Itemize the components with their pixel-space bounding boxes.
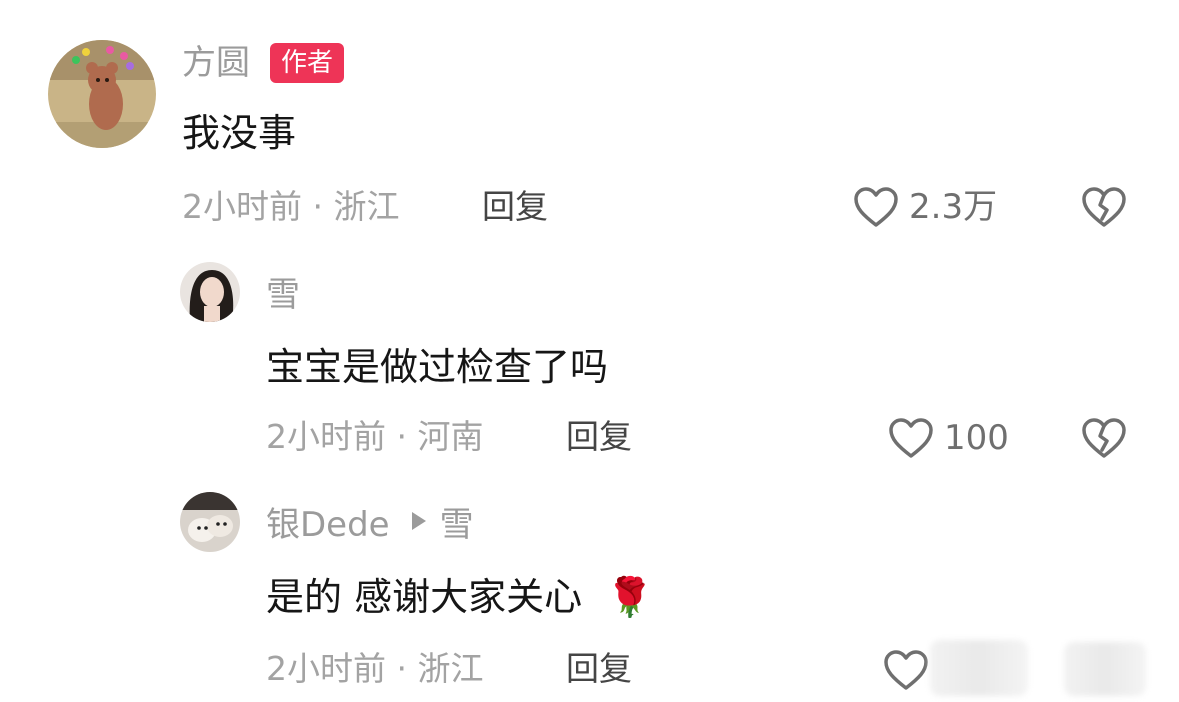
username-line: 银Dede 雪	[266, 508, 474, 542]
heart-icon	[884, 650, 928, 690]
like-count: 100	[944, 418, 1009, 458]
username[interactable]: 雪	[266, 278, 300, 312]
heart-icon	[889, 418, 933, 458]
like-button[interactable]	[883, 646, 929, 694]
portrait-avatar-icon	[180, 262, 240, 322]
username[interactable]: 方圆	[182, 46, 250, 80]
comment-text: 宝宝是做过检查了吗	[266, 345, 609, 389]
dislike-button[interactable]	[1081, 186, 1127, 228]
like-button[interactable]: 2.3万	[853, 183, 997, 231]
username[interactable]: 银Dede	[266, 505, 390, 545]
rose-emoji: 🌹	[606, 575, 654, 619]
reply-to-username[interactable]: 雪	[440, 505, 474, 545]
comment-meta: 2小时前 · 浙江	[182, 187, 400, 226]
comment-reply: 银Dede 雪 是的 感谢大家关心 🌹 2小时前 · 浙江 回复	[0, 470, 1179, 702]
broken-heart-icon	[1082, 418, 1126, 458]
comment-text: 我没事	[182, 111, 297, 155]
reply-button[interactable]: 回复	[566, 420, 632, 453]
dislike-button[interactable]	[1081, 417, 1127, 459]
author-badge: 作者	[270, 43, 345, 83]
comment-meta: 2小时前 · 河南	[266, 417, 484, 456]
broken-heart-icon	[1082, 187, 1126, 227]
like-count: 2.3万	[909, 187, 998, 227]
avatar[interactable]	[48, 40, 156, 148]
comment-author: 方圆 作者 我没事 2小时前 · 浙江 回复 2.3万	[0, 0, 1179, 240]
reply-button[interactable]: 回复	[482, 190, 548, 223]
puppy-avatar-icon	[180, 492, 240, 552]
comment-reply: 雪 宝宝是做过检查了吗 2小时前 · 河南 回复 100	[0, 240, 1179, 470]
heart-icon	[854, 187, 898, 227]
blurred-region	[1064, 642, 1146, 696]
like-button[interactable]: 100	[888, 414, 1009, 462]
avatar[interactable]	[180, 262, 240, 322]
comment-text: 是的 感谢大家关心	[266, 575, 583, 619]
cartoon-bear-avatar-icon	[48, 40, 156, 148]
avatar[interactable]	[180, 492, 240, 552]
blurred-region	[930, 640, 1028, 696]
reply-arrow-icon	[411, 512, 426, 530]
comment-text-line: 是的 感谢大家关心 🌹	[266, 578, 654, 616]
reply-button[interactable]: 回复	[566, 652, 632, 685]
comment-meta: 2小时前 · 浙江	[266, 649, 484, 688]
